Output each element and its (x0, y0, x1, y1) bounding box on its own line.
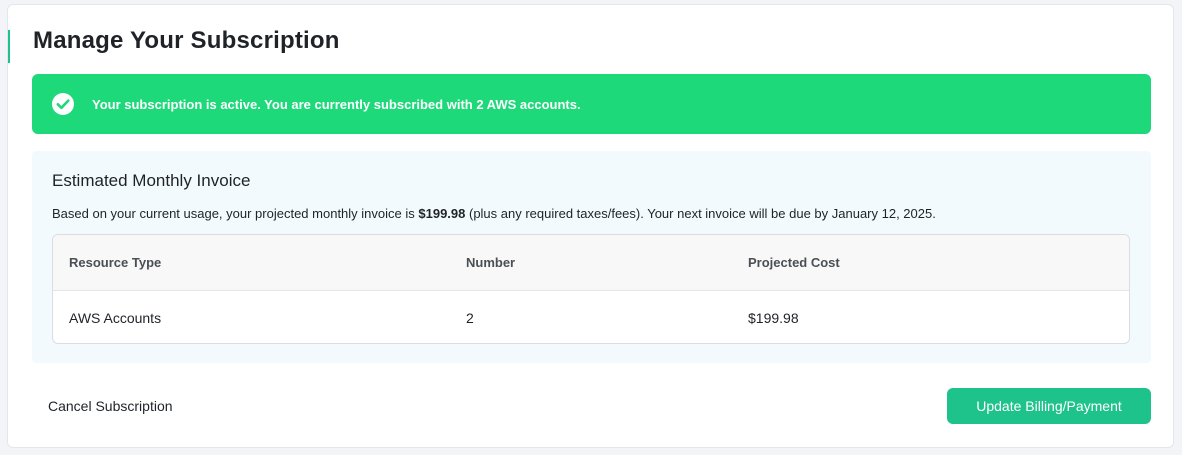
invoice-amount: $199.98 (418, 206, 466, 221)
invoice-description: Based on your current usage, your projec… (52, 206, 936, 221)
cell-resource-type: AWS Accounts (69, 310, 162, 326)
invoice-desc-suffix: (plus any required taxes/fees). Your nex… (465, 206, 936, 221)
cancel-subscription-button[interactable]: Cancel Subscription (48, 398, 173, 414)
column-header-projected-cost: Projected Cost (748, 255, 840, 270)
invoice-desc-prefix: Based on your current usage, your projec… (52, 206, 419, 221)
cell-projected-cost: $199.98 (748, 310, 799, 326)
page-title: Manage Your Subscription (33, 27, 340, 54)
alert-message: Your subscription is active. You are cur… (92, 96, 581, 112)
column-header-resource-type: Resource Type (69, 255, 162, 270)
invoice-table: Resource Type Number Projected Cost AWS … (52, 234, 1130, 344)
subscription-status-alert: Your subscription is active. You are cur… (32, 74, 1151, 134)
table-row: AWS Accounts 2 $199.98 (53, 291, 1129, 343)
cell-number: 2 (466, 310, 474, 326)
invoice-title: Estimated Monthly Invoice (52, 171, 251, 190)
column-header-number: Number (466, 255, 516, 270)
invoice-panel: Estimated Monthly Invoice Based on your … (32, 151, 1151, 363)
title-accent-bar (8, 30, 10, 63)
check-circle-icon (51, 92, 75, 116)
subscription-card: Manage Your Subscription Your subscripti… (7, 4, 1174, 448)
update-billing-payment-button[interactable]: Update Billing/Payment (947, 388, 1151, 424)
table-header-row: Resource Type Number Projected Cost (53, 235, 1129, 291)
